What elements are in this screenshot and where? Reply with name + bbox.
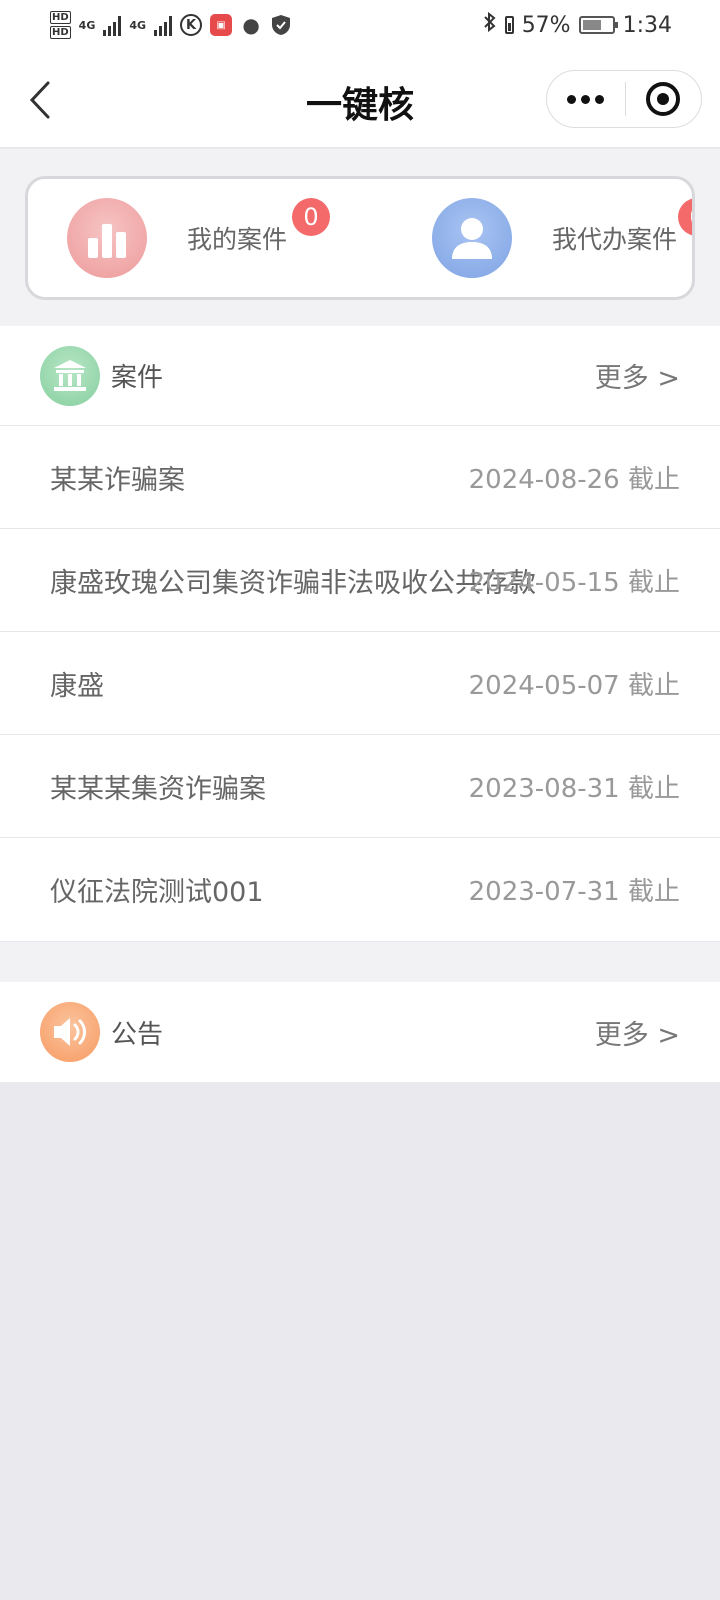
case-row[interactable]: 某某某集资诈骗案 2023-08-31 截止 xyxy=(0,735,720,838)
clock-time: 1:34 xyxy=(622,12,672,38)
dot-icon xyxy=(581,94,591,104)
case-deadline: 2023-07-31 截止 xyxy=(468,877,680,907)
notices-header: 公告 更多 > xyxy=(0,982,720,1082)
more-options-button[interactable] xyxy=(547,71,625,127)
battery-icon xyxy=(578,16,618,34)
page: HD HD 4G 4G K ▣ ● 57% 1:34 一键核 我的案件 0 我代… xyxy=(0,0,720,1600)
case-deadline: 2023-08-31 截止 xyxy=(468,773,680,804)
signal-icon xyxy=(103,14,122,36)
case-row[interactable]: 康盛 2024-05-07 截止 xyxy=(0,632,720,735)
nav-bar: 一键核 xyxy=(0,50,720,148)
battery-percent: 57% xyxy=(521,12,571,38)
target-icon xyxy=(646,82,681,116)
bluetooth-icon xyxy=(483,11,497,39)
case-name: 某某某集资诈骗案 xyxy=(50,773,266,805)
my-cases-badge: 0 xyxy=(292,198,330,236)
speaker-icon xyxy=(40,1002,100,1062)
quick-entry-area: 我的案件 0 我代办案件 0 xyxy=(0,149,720,326)
cases-more-link[interactable]: 更多 > xyxy=(595,356,680,395)
case-deadline: 2024-05-15 截止 xyxy=(468,567,680,598)
signal-icon-2 xyxy=(154,14,173,36)
bar-chart-icon xyxy=(67,198,147,278)
notices-section: 公告 更多 > xyxy=(0,982,720,1082)
pending-cases-entry[interactable]: 我代办案件 xyxy=(432,179,677,297)
case-deadline: 2024-05-07 截止 xyxy=(468,670,680,701)
case-row[interactable]: 仪征法院测试001 2023-07-31 截止 xyxy=(0,838,720,941)
section-gap xyxy=(0,942,720,982)
case-name: 康盛玫瑰公司集资诈骗非法吸收公共存款 xyxy=(50,567,536,599)
dot-icon xyxy=(595,94,605,104)
mini-program-capsule xyxy=(546,70,702,128)
case-row[interactable]: 某某诈骗案 2024-08-26 截止 xyxy=(0,426,720,529)
user-icon xyxy=(432,198,512,278)
pending-cases-label: 我代办案件 xyxy=(552,225,678,254)
chat-bubble-icon: ● xyxy=(242,13,260,37)
my-cases-label: 我的案件 xyxy=(187,225,288,254)
hd-icon: HD HD xyxy=(50,11,71,39)
case-name: 康盛 xyxy=(50,670,104,702)
case-name: 仪征法院测试001 xyxy=(50,877,264,908)
network-type-2: 4G xyxy=(129,18,147,32)
status-left: HD HD 4G 4G K ▣ ● xyxy=(50,10,292,40)
cases-section: 案件 更多 > 某某诈骗案 2024-08-26 截止 康盛玫瑰公司集资诈骗非法… xyxy=(0,326,720,941)
status-right: 57% 1:34 xyxy=(483,11,672,39)
case-row[interactable]: 康盛玫瑰公司集资诈骗非法吸收公共存款 2024-05-15 截止 xyxy=(0,529,720,632)
shield-icon xyxy=(270,14,292,36)
notices-more-link[interactable]: 更多 > xyxy=(595,1013,680,1052)
k-app-icon: K xyxy=(180,14,203,36)
quick-entry-card: 我的案件 0 我代办案件 0 xyxy=(25,176,695,300)
shop-app-icon: ▣ xyxy=(210,14,233,36)
case-deadline: 2024-08-26 截止 xyxy=(468,464,680,495)
cases-header: 案件 更多 > xyxy=(0,326,720,426)
bank-icon xyxy=(40,345,100,406)
my-cases-entry[interactable]: 我的案件 xyxy=(67,179,287,297)
network-type-1: 4G xyxy=(78,18,96,32)
battery-small-icon xyxy=(504,16,514,34)
pending-cases-badge: 0 xyxy=(678,198,692,236)
close-mini-program-button[interactable] xyxy=(626,71,702,127)
case-name: 某某诈骗案 xyxy=(50,464,185,496)
dot-icon xyxy=(567,94,577,104)
notices-title: 公告 xyxy=(111,1019,164,1050)
cases-title: 案件 xyxy=(111,363,164,393)
status-bar: HD HD 4G 4G K ▣ ● 57% 1:34 xyxy=(0,0,720,50)
